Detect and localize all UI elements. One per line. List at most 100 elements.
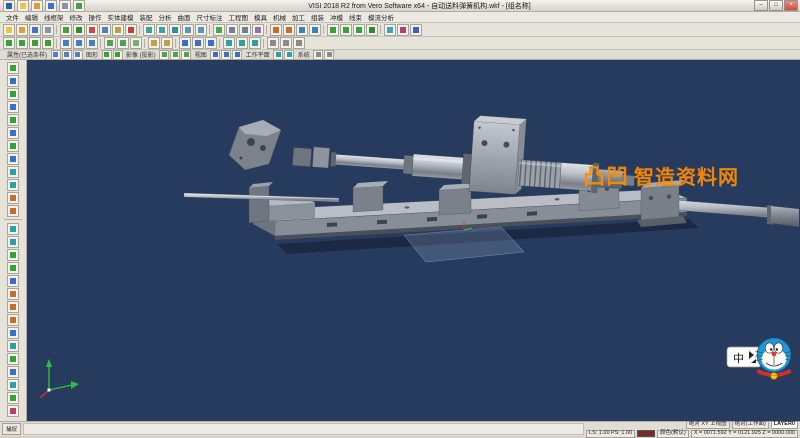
- measure-body-tool-icon[interactable]: [7, 405, 19, 417]
- view-manager-icon[interactable]: [179, 37, 191, 49]
- wireframe-view-icon[interactable]: [226, 24, 238, 36]
- fillet-tool-icon[interactable]: [7, 179, 19, 191]
- perspective-view-icon[interactable]: [252, 24, 264, 36]
- open-document-icon[interactable]: [31, 0, 43, 12]
- next-view-icon[interactable]: [205, 37, 217, 49]
- save-document-icon[interactable]: [45, 0, 57, 12]
- menu-item-12[interactable]: 机械: [270, 12, 289, 22]
- menu-item-0[interactable]: 文件: [3, 12, 22, 22]
- workplane-yz-icon[interactable]: [249, 37, 261, 49]
- graphics-quality-icon[interactable]: [113, 50, 123, 60]
- previous-view-icon[interactable]: [192, 37, 204, 49]
- chamfer-tool-icon[interactable]: [7, 166, 19, 178]
- workplane-origin-icon[interactable]: [284, 50, 294, 60]
- mirror-feature-tool-icon[interactable]: [7, 379, 19, 391]
- workplane-align-icon[interactable]: [273, 50, 283, 60]
- redo-icon[interactable]: [73, 24, 85, 36]
- scale-status[interactable]: LS: 1.00 PS: 1.00: [586, 430, 635, 438]
- arc-tool-icon[interactable]: [7, 88, 19, 100]
- attribute-layer-icon[interactable]: [73, 50, 83, 60]
- 3d-viewport[interactable]: 中: [27, 60, 800, 421]
- menu-item-1[interactable]: 编辑: [22, 12, 41, 22]
- extend-tool-icon[interactable]: [7, 205, 19, 217]
- attribute-manager-icon[interactable]: [283, 24, 295, 36]
- menu-item-3[interactable]: 修改: [67, 12, 86, 22]
- draft-feature-tool-icon[interactable]: [7, 353, 19, 365]
- menu-item-17[interactable]: 模流分析: [365, 12, 397, 22]
- shading-mode-icon[interactable]: [104, 37, 116, 49]
- shaded-view-icon[interactable]: [213, 24, 225, 36]
- line-tool-icon[interactable]: [7, 75, 19, 87]
- delete-icon[interactable]: [125, 24, 137, 36]
- menu-item-15[interactable]: 冲模: [327, 12, 346, 22]
- close-button[interactable]: ×: [784, 0, 798, 11]
- menu-item-14[interactable]: 组装: [308, 12, 327, 22]
- menu-item-13[interactable]: 加工: [289, 12, 308, 22]
- menu-item-5[interactable]: 实体建模: [105, 12, 137, 22]
- shell-tool-icon[interactable]: [7, 275, 19, 287]
- boolean-union-tool-icon[interactable]: [7, 288, 19, 300]
- grid-toggle-icon[interactable]: [280, 37, 292, 49]
- measure-icon[interactable]: [397, 24, 409, 36]
- open-file-icon[interactable]: [16, 24, 28, 36]
- selection-filter-icon[interactable]: [296, 24, 308, 36]
- isometric-view-icon[interactable]: [366, 24, 378, 36]
- sweep-tool-icon[interactable]: [7, 249, 19, 261]
- menu-item-8[interactable]: 曲面: [175, 12, 194, 22]
- boolean-subtract-tool-icon[interactable]: [7, 301, 19, 313]
- layer-manager-icon[interactable]: [270, 24, 282, 36]
- help-icon[interactable]: [410, 24, 422, 36]
- zoom-fit-icon[interactable]: [169, 24, 181, 36]
- layer-status[interactable]: LAYER0: [771, 421, 798, 429]
- rib-feature-tool-icon[interactable]: [7, 340, 19, 352]
- transparency-mode-icon[interactable]: [130, 37, 142, 49]
- attribute-line-icon[interactable]: [62, 50, 72, 60]
- extrude-tool-icon[interactable]: [7, 223, 19, 235]
- pattern-feature-tool-icon[interactable]: [7, 366, 19, 378]
- menu-item-9[interactable]: 尺寸标注: [194, 12, 226, 22]
- move-body-tool-icon[interactable]: [7, 392, 19, 404]
- menu-item-10[interactable]: 工程图: [226, 12, 252, 22]
- minimize-button[interactable]: –: [754, 0, 768, 11]
- orbit-icon[interactable]: [195, 24, 207, 36]
- cut-icon[interactable]: [86, 24, 98, 36]
- rectangle-tool-icon[interactable]: [7, 114, 19, 126]
- snap-status[interactable]: 捕捉: [2, 423, 21, 435]
- save-file-icon[interactable]: [29, 24, 41, 36]
- model-clamp-bracket[interactable]: [229, 120, 281, 170]
- print-document-icon[interactable]: [59, 0, 71, 12]
- spline-tool-icon[interactable]: [7, 140, 19, 152]
- measure-radius-icon[interactable]: [42, 37, 54, 49]
- workplane-xz-icon[interactable]: [236, 37, 248, 49]
- side-view-icon[interactable]: [353, 24, 365, 36]
- front-view-icon[interactable]: [327, 24, 339, 36]
- system-settings-icon[interactable]: [267, 37, 279, 49]
- dynamic-pan-icon[interactable]: [73, 37, 85, 49]
- refresh-view-icon[interactable]: [384, 24, 396, 36]
- boolean-intersect-tool-icon[interactable]: [7, 314, 19, 326]
- workplane-xy-icon[interactable]: [223, 37, 235, 49]
- undo-action-icon[interactable]: [73, 0, 85, 12]
- menu-item-11[interactable]: 模具: [251, 12, 270, 22]
- menu-item-4[interactable]: 操作: [86, 12, 105, 22]
- menu-item-2[interactable]: 线框架: [41, 12, 67, 22]
- new-file-icon[interactable]: [3, 24, 15, 36]
- menu-item-16[interactable]: 线束: [346, 12, 365, 22]
- app-logo-icon[interactable]: [3, 0, 15, 12]
- zoom-out-icon[interactable]: [156, 24, 168, 36]
- zoom-in-icon[interactable]: [143, 24, 155, 36]
- attribute-color-icon[interactable]: [51, 50, 61, 60]
- trim-tool-icon[interactable]: [7, 192, 19, 204]
- snap-settings-icon[interactable]: [293, 37, 305, 49]
- copy-icon[interactable]: [99, 24, 111, 36]
- view-front-icon[interactable]: [221, 50, 231, 60]
- point-tool-icon[interactable]: [7, 62, 19, 74]
- maximize-button[interactable]: □: [769, 0, 783, 11]
- view-status[interactable]: 绝对 XY 上视图: [686, 421, 730, 429]
- revolve-tool-icon[interactable]: [7, 236, 19, 248]
- dynamic-rotate-icon[interactable]: [60, 37, 72, 49]
- color-status[interactable]: 颜色(默认): [657, 430, 689, 438]
- flat-render-icon[interactable]: [170, 50, 180, 60]
- circle-tool-icon[interactable]: [7, 101, 19, 113]
- print-icon[interactable]: [42, 24, 54, 36]
